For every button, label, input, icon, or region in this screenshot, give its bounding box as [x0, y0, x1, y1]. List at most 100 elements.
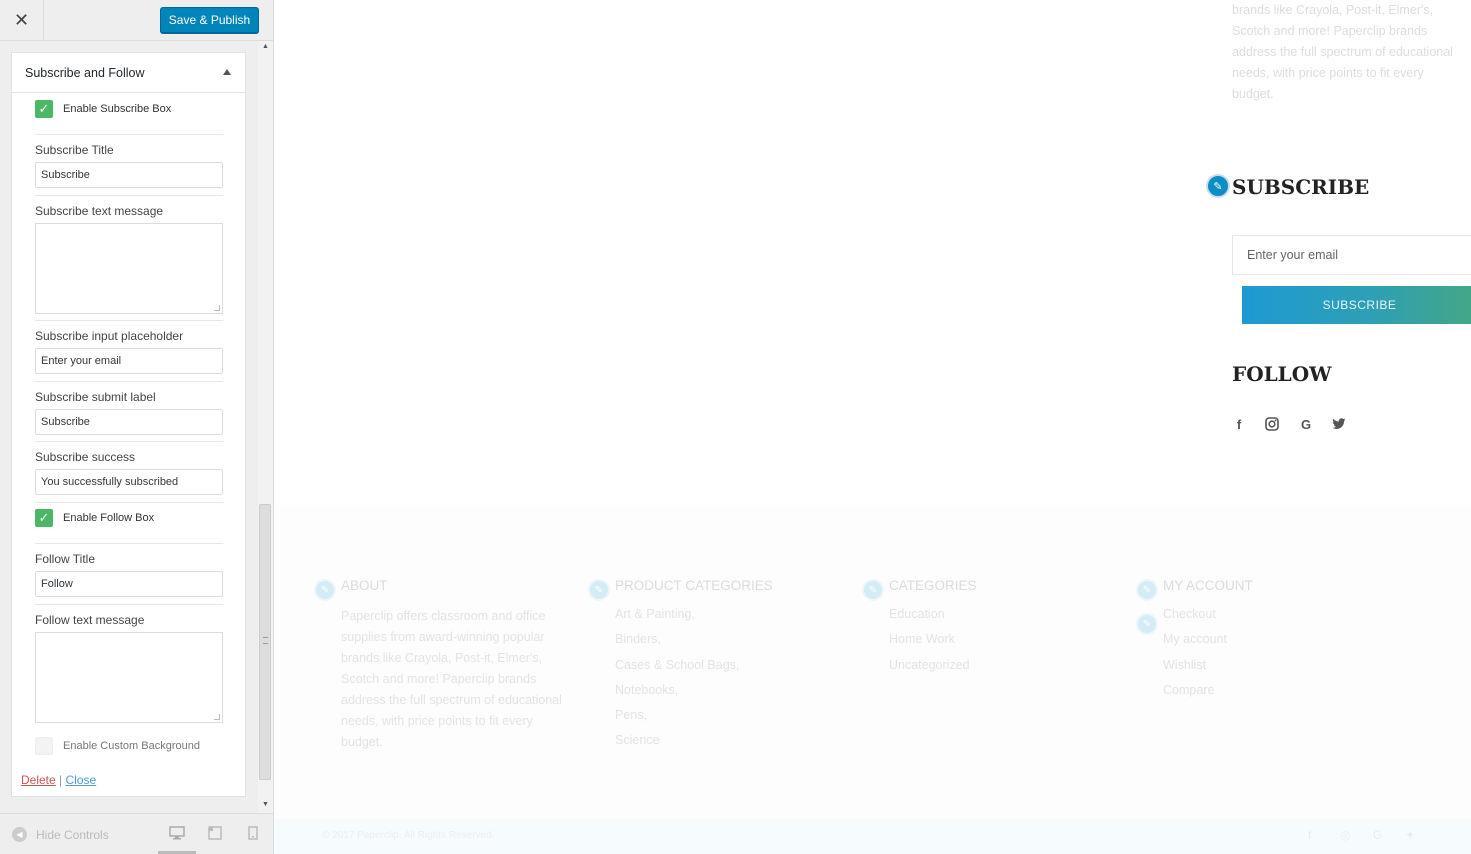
footer-list-item[interactable]: Art & Painting, — [615, 602, 773, 627]
follow-text-textarea[interactable] — [35, 632, 223, 723]
footer-list-item[interactable]: Compare — [1163, 678, 1253, 703]
subscribe-success-label: Subscribe success — [35, 450, 136, 464]
divider — [35, 320, 223, 321]
footer-about-title: ABOUT — [341, 578, 388, 593]
subscribe-success-control: Subscribe success You successfully subsc… — [35, 450, 223, 495]
enable-custom-background-checkbox[interactable]: ✓ Enable Custom Background — [35, 737, 223, 755]
subscribe-title-control: Subscribe Title Subscribe — [35, 143, 223, 188]
instagram-icon[interactable] — [1263, 415, 1281, 433]
divider — [35, 604, 223, 605]
follow-title-control: Follow Title Follow — [35, 552, 223, 597]
hide-controls-label: Hide Controls — [36, 827, 109, 842]
follow-text-control: Follow text message — [35, 613, 223, 723]
enable-follow-checkbox[interactable]: ✓ Enable Follow Box — [35, 509, 223, 527]
subscribe-email-input[interactable]: Enter your email — [1232, 235, 1471, 275]
subscribe-title-input[interactable]: Subscribe — [35, 162, 223, 188]
footer-list-item[interactable]: Notebooks, — [615, 678, 773, 703]
facebook-icon[interactable]: f — [1308, 828, 1311, 842]
scroll-down-arrow-icon[interactable]: ▼ — [258, 801, 273, 811]
footer-about-text: Paperclip offers classroom and office su… — [341, 609, 562, 749]
enable-subscribe-checkbox[interactable]: ✓ Enable Subscribe Box — [35, 100, 223, 118]
footer-list-item[interactable]: Science — [615, 728, 773, 753]
delete-link[interactable]: Delete — [21, 773, 56, 787]
footer-list-item[interactable]: Binders, — [615, 627, 773, 652]
follow-title-input[interactable]: Follow — [35, 571, 223, 597]
enable-follow-label: Enable Follow Box — [63, 512, 155, 524]
desktop-preview-icon[interactable] — [169, 826, 185, 843]
caret-up-icon — [223, 69, 231, 75]
subscribe-submit-control: Subscribe submit label Subscribe — [35, 390, 223, 435]
hide-controls-button[interactable]: ◀ Hide Controls — [12, 827, 109, 842]
footer-list-item[interactable]: My account — [1163, 627, 1253, 652]
follow-title-label: Follow Title — [35, 552, 96, 566]
subscribe-text-textarea[interactable] — [35, 223, 223, 314]
divider — [35, 543, 223, 544]
resize-grip-icon[interactable] — [214, 305, 220, 311]
checkbox-unchecked-icon: ✓ — [35, 737, 53, 755]
google-icon[interactable]: G — [1373, 828, 1382, 842]
footer-list-item[interactable]: Pens, — [615, 703, 773, 728]
edit-shortcut-pencil-icon[interactable]: ✎ — [588, 579, 610, 601]
section-title: Subscribe and Follow — [25, 65, 145, 80]
mobile-preview-icon[interactable] — [248, 826, 258, 843]
customizer-sidebar: ✕ Save & Publish Subscribe and Follow ✓ … — [0, 0, 274, 854]
footer-categories-title: CATEGORIES — [889, 578, 977, 593]
edit-shortcut-pencil-icon[interactable]: ✎ — [1206, 174, 1230, 198]
divider — [35, 381, 223, 382]
widget-actions: Delete | Close — [21, 773, 96, 787]
close-icon: ✕ — [13, 10, 30, 30]
subscribe-success-input[interactable]: You successfully subscribed — [35, 469, 223, 495]
tablet-preview-icon[interactable] — [208, 826, 222, 843]
resize-grip-icon[interactable] — [214, 714, 220, 720]
save-publish-button[interactable]: Save & Publish — [160, 7, 259, 33]
divider — [35, 195, 223, 196]
instagram-icon[interactable]: ◎ — [1340, 828, 1350, 842]
copyright-text: © 2017 Paperclip. All Rights Reserved. — [322, 830, 495, 841]
edit-shortcut-pencil-icon[interactable]: ✎ — [862, 579, 884, 601]
scroll-grip-icon — [263, 637, 268, 644]
checkbox-checked-icon: ✓ — [35, 100, 53, 118]
edit-shortcut-pencil-icon[interactable]: ✎ — [314, 579, 336, 601]
link-separator: | — [59, 773, 63, 787]
follow-widget-title: FOLLOW — [1232, 362, 1332, 386]
close-link[interactable]: Close — [66, 773, 97, 787]
edit-shortcut-pencil-icon[interactable]: ✎ — [1136, 613, 1158, 635]
subscribe-text-label: Subscribe text message — [35, 204, 164, 218]
footer-product-categories-title: PRODUCT CATEGORIES — [615, 578, 773, 593]
footer-list-item[interactable]: Home Work — [889, 627, 977, 652]
footer-about: ABOUT Paperclip offers classroom and off… — [341, 578, 577, 753]
arrow-left-circle-icon: ◀ — [12, 827, 27, 842]
enable-subscribe-label: Enable Subscribe Box — [63, 103, 172, 115]
site-preview: brands like Crayola, Post-it, Elmer's, S… — [274, 0, 1471, 854]
footer-list-item[interactable]: Wishlist — [1163, 653, 1253, 678]
section-header[interactable]: Subscribe and Follow — [12, 53, 245, 93]
subscribe-submit-input[interactable]: Subscribe — [35, 409, 223, 435]
footer-list-item[interactable]: Education — [889, 602, 977, 627]
close-customizer-button[interactable]: ✕ — [0, 0, 44, 41]
scrollbar-thumb[interactable] — [259, 504, 271, 780]
footer-categories: CATEGORIES Education Home Work Uncategor… — [889, 578, 977, 678]
subscribe-widget-title: SUBSCRIBE — [1232, 175, 1370, 199]
subscribe-placeholder-input[interactable]: Enter your email — [35, 348, 223, 374]
twitter-icon[interactable]: ✦ — [1405, 828, 1415, 842]
footer-my-account-title: MY ACCOUNT — [1163, 578, 1253, 593]
divider — [35, 502, 223, 503]
footer-list-item[interactable]: Cases & School Bags, — [615, 653, 773, 678]
subscribe-placeholder-label: Subscribe input placeholder — [35, 329, 184, 343]
customizer-footer: ◀ Hide Controls — [0, 813, 273, 854]
site-bottom-bar: © 2017 Paperclip. All Rights Reserved. f… — [274, 819, 1471, 854]
scroll-up-arrow-icon[interactable]: ▲ — [258, 43, 273, 53]
google-icon[interactable]: G — [1297, 415, 1315, 433]
subscribe-button[interactable]: SUBSCRIBE — [1242, 286, 1471, 324]
footer-list-item[interactable]: Uncategorized — [889, 653, 977, 678]
twitter-icon[interactable] — [1330, 415, 1348, 433]
about-widget-text: brands like Crayola, Post-it, Elmer's, S… — [1232, 3, 1453, 101]
facebook-icon[interactable]: f — [1230, 415, 1248, 433]
footer-product-categories: PRODUCT CATEGORIES Art & Painting, Binde… — [615, 578, 773, 754]
subscribe-title-label: Subscribe Title — [35, 143, 114, 157]
footer-list-item[interactable]: Checkout — [1163, 602, 1253, 627]
edit-shortcut-pencil-icon[interactable]: ✎ — [1136, 579, 1158, 601]
sidebar-scrollbar[interactable]: ▲ ▼ — [258, 41, 273, 813]
divider — [35, 441, 223, 442]
subscribe-text-control: Subscribe text message — [35, 204, 223, 314]
